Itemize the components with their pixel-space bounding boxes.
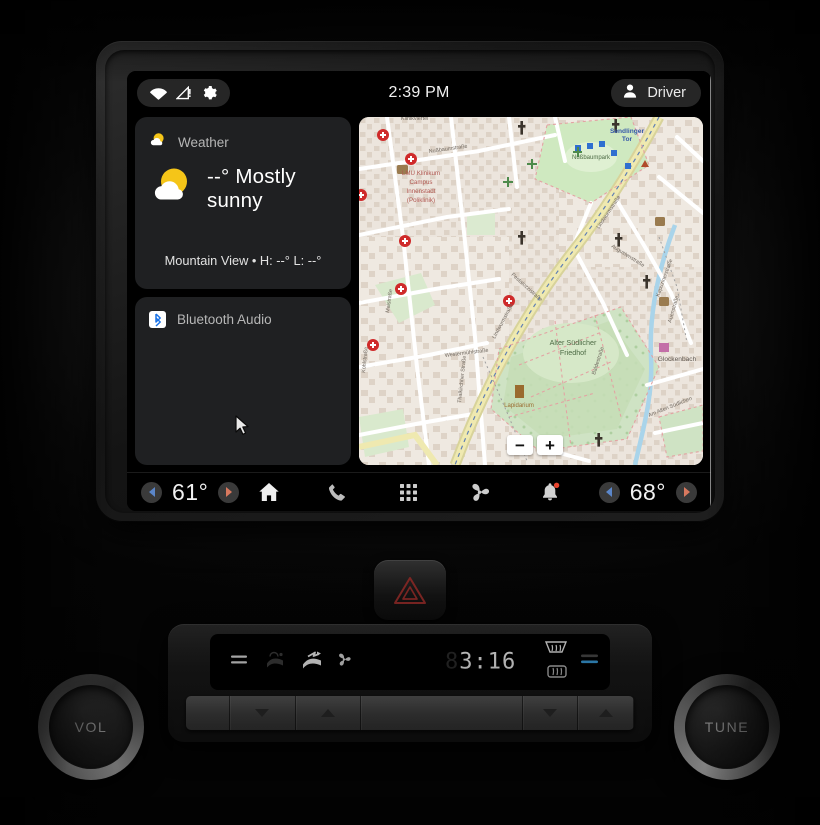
volume-knob[interactable]: VOL xyxy=(38,674,144,780)
mouse-pointer-icon xyxy=(235,415,251,441)
partly-sunny-icon xyxy=(149,131,167,154)
bluetooth-icon xyxy=(149,311,166,328)
fan-small-icon xyxy=(336,652,352,673)
map-label: (Poliklinik) xyxy=(407,197,435,204)
caret-left-cool-icon xyxy=(148,487,155,497)
volume-knob-face: VOL xyxy=(49,685,133,769)
hvac-clock: 83:16 xyxy=(445,650,516,675)
weather-location-highlow: Mountain View • H: --° L: --° xyxy=(164,253,322,268)
dashboard-console: 2:39 PM Driver Weather --° Mostly sunny … xyxy=(0,0,820,825)
display-bezel: 2:39 PM Driver Weather --° Mostly sunny … xyxy=(96,41,724,522)
hvac-control-panel: 83:16 xyxy=(168,624,652,742)
caret-up-icon xyxy=(598,709,613,717)
caret-right-warm-icon xyxy=(225,487,232,497)
passenger-temp-increase-button[interactable] xyxy=(676,481,697,503)
home-content: Weather --° Mostly sunny Mountain View •… xyxy=(127,115,711,473)
volume-knob-label: VOL xyxy=(74,719,108,735)
air-face-icon xyxy=(264,650,286,675)
map-label: Lapidarium xyxy=(504,403,534,409)
driver-temp-down-rocker[interactable] xyxy=(230,696,296,730)
home-icon xyxy=(259,483,279,501)
grid-apps-icon xyxy=(400,483,418,501)
front-defrost-icon xyxy=(544,640,568,663)
phone-icon xyxy=(329,483,346,501)
bottom-nav-bar: 61° 68° xyxy=(127,472,711,511)
passenger-temp-up-rocker[interactable] xyxy=(578,696,634,730)
driver-temperature-value: 61° xyxy=(172,478,209,505)
map-label: Campus xyxy=(409,179,432,186)
partly-sunny-icon xyxy=(149,163,195,214)
lcd-ghost-left: 8 xyxy=(445,649,460,675)
driver-temp-up-rocker[interactable] xyxy=(296,696,362,730)
phone-button[interactable] xyxy=(316,473,360,511)
tune-knob[interactable]: TUNE xyxy=(674,674,780,780)
hvac-clock-value: 3:16 xyxy=(459,649,517,675)
weather-summary: --° Mostly sunny xyxy=(207,165,351,213)
air-feet-icon xyxy=(300,650,324,675)
map-label: Friedhof xyxy=(560,348,586,357)
bluetooth-audio-card[interactable]: Bluetooth Audio xyxy=(135,297,351,465)
map-label: Alter Südlicher xyxy=(550,338,597,347)
map-label: Klinikviertel xyxy=(401,117,428,122)
hvac-indicator-bars xyxy=(580,653,600,672)
weather-card-title: Weather xyxy=(178,135,229,150)
map-zoom-in-button[interactable]: + xyxy=(537,435,563,455)
tune-knob-face: TUNE xyxy=(685,685,769,769)
weather-current: --° Mostly sunny xyxy=(149,163,351,214)
display-bezel-inner: 2:39 PM Driver Weather --° Mostly sunny … xyxy=(105,50,715,513)
hvac-display: 83:16 xyxy=(210,634,610,690)
map-label: Sendlinger xyxy=(610,128,645,135)
media-card-header: Bluetooth Audio xyxy=(149,311,272,328)
user-profile-chip[interactable]: Driver xyxy=(611,79,701,107)
weather-temperature: --° xyxy=(207,164,230,188)
map-label: Tor xyxy=(622,136,633,143)
hvac-rocker-row xyxy=(186,696,634,730)
map-label: Innenstadt xyxy=(407,188,436,195)
driver-temp-increase-button[interactable] xyxy=(218,481,240,503)
map-card[interactable]: Klinikviertel Nußbaumstraße Lindwurmstra… xyxy=(359,117,703,465)
map-zoom-out-button[interactable]: − xyxy=(507,435,533,455)
caret-left-cool-icon xyxy=(606,487,613,497)
map-label: Nußbaumpark xyxy=(572,155,611,161)
person-icon xyxy=(622,83,638,103)
map-zoom-controls[interactable]: − + xyxy=(507,435,563,455)
center-display-screen: 2:39 PM Driver Weather --° Mostly sunny … xyxy=(127,71,711,511)
map-canvas: Klinikviertel Nußbaumstraße Lindwurmstra… xyxy=(359,117,703,465)
weather-card[interactable]: Weather --° Mostly sunny Mountain View •… xyxy=(135,117,351,289)
warning-triangle-icon xyxy=(394,577,426,604)
bell-icon xyxy=(542,482,559,501)
map-label: Glockenbach xyxy=(658,356,697,363)
caret-down-icon xyxy=(542,709,557,717)
caret-down-icon xyxy=(255,709,270,717)
driver-temp-decrease-button[interactable] xyxy=(141,481,162,503)
passenger-temp-down-rocker[interactable] xyxy=(523,696,579,730)
alerts-button[interactable] xyxy=(528,473,572,511)
media-card-title: Bluetooth Audio xyxy=(177,312,272,327)
center-blank-panel[interactable] xyxy=(361,696,523,730)
rocker-blank-left[interactable] xyxy=(186,696,231,730)
status-bar: 2:39 PM Driver xyxy=(127,71,711,115)
hazard-lights-button[interactable] xyxy=(374,560,446,620)
fan-icon xyxy=(472,483,489,501)
passenger-temperature-value: 68° xyxy=(629,478,666,505)
caret-right-warm-icon xyxy=(683,487,690,497)
rear-defrost-icon xyxy=(546,664,568,687)
passenger-temp-decrease-button[interactable] xyxy=(598,481,620,503)
apps-button[interactable] xyxy=(387,473,431,511)
user-profile-label: Driver xyxy=(647,85,686,101)
recirculate-icon xyxy=(230,653,248,672)
map-label: LMU Klinikum xyxy=(402,170,440,177)
weather-card-header: Weather xyxy=(149,131,229,154)
home-button[interactable] xyxy=(249,473,289,511)
climate-button[interactable] xyxy=(457,473,501,511)
widget-column: Weather --° Mostly sunny Mountain View •… xyxy=(135,117,351,465)
tune-knob-label: TUNE xyxy=(704,719,750,735)
caret-up-icon xyxy=(320,709,335,717)
